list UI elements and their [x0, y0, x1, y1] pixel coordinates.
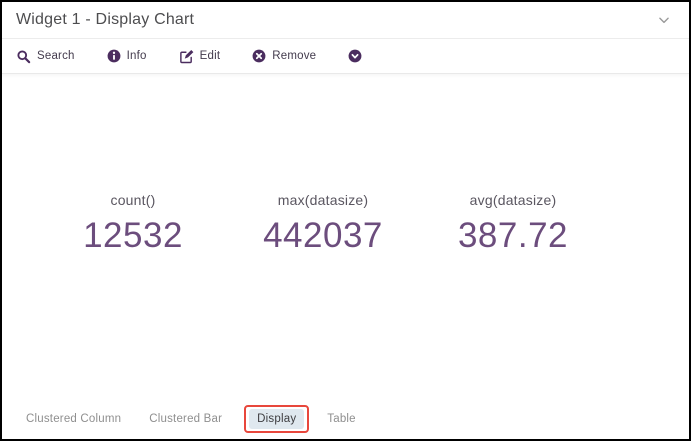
highlight-annotation-box: Display [244, 405, 309, 433]
metric-label: count() [38, 192, 228, 208]
metric-value: 442037 [228, 216, 418, 256]
more-options-button[interactable] [348, 49, 362, 63]
edit-button[interactable]: Edit [179, 49, 221, 64]
metric-max-datasize: max(datasize) 442037 [228, 192, 418, 256]
edit-label: Edit [200, 50, 221, 62]
metric-value: 12532 [38, 216, 228, 256]
tab-display[interactable]: Display [249, 409, 304, 429]
metric-label: max(datasize) [228, 192, 418, 208]
chart-type-tabs: Clustered Column Clustered Bar Display T… [2, 399, 689, 439]
tab-clustered-column[interactable]: Clustered Column [20, 409, 127, 429]
widget-header: Widget 1 - Display Chart [2, 2, 689, 39]
info-label: Info [127, 50, 147, 62]
remove-label: Remove [272, 50, 316, 62]
dashboard-widget: Widget 1 - Display Chart Search [0, 0, 691, 441]
search-button[interactable]: Search [16, 49, 75, 64]
search-icon [16, 49, 31, 64]
remove-circle-icon [252, 49, 266, 63]
info-button[interactable]: Info [107, 49, 147, 63]
chevron-down-icon[interactable] [655, 11, 673, 29]
metric-label: avg(datasize) [418, 192, 608, 208]
info-circle-icon [107, 49, 121, 63]
display-chart-area: count() 12532 max(datasize) 442037 avg(d… [2, 74, 689, 399]
chevron-down-circle-icon [348, 49, 362, 63]
edit-icon [179, 49, 194, 64]
search-label: Search [37, 50, 75, 62]
widget-toolbar: Search Info Edit [2, 39, 689, 74]
metric-avg-datasize: avg(datasize) 387.72 [418, 192, 608, 256]
metric-value: 387.72 [418, 216, 608, 256]
tab-table[interactable]: Table [321, 409, 362, 429]
tab-clustered-bar[interactable]: Clustered Bar [143, 409, 228, 429]
metric-count: count() 12532 [38, 192, 228, 256]
widget-title: Widget 1 - Display Chart [16, 11, 194, 29]
metrics-row: count() 12532 max(datasize) 442037 avg(d… [2, 192, 689, 256]
remove-button[interactable]: Remove [252, 49, 316, 63]
